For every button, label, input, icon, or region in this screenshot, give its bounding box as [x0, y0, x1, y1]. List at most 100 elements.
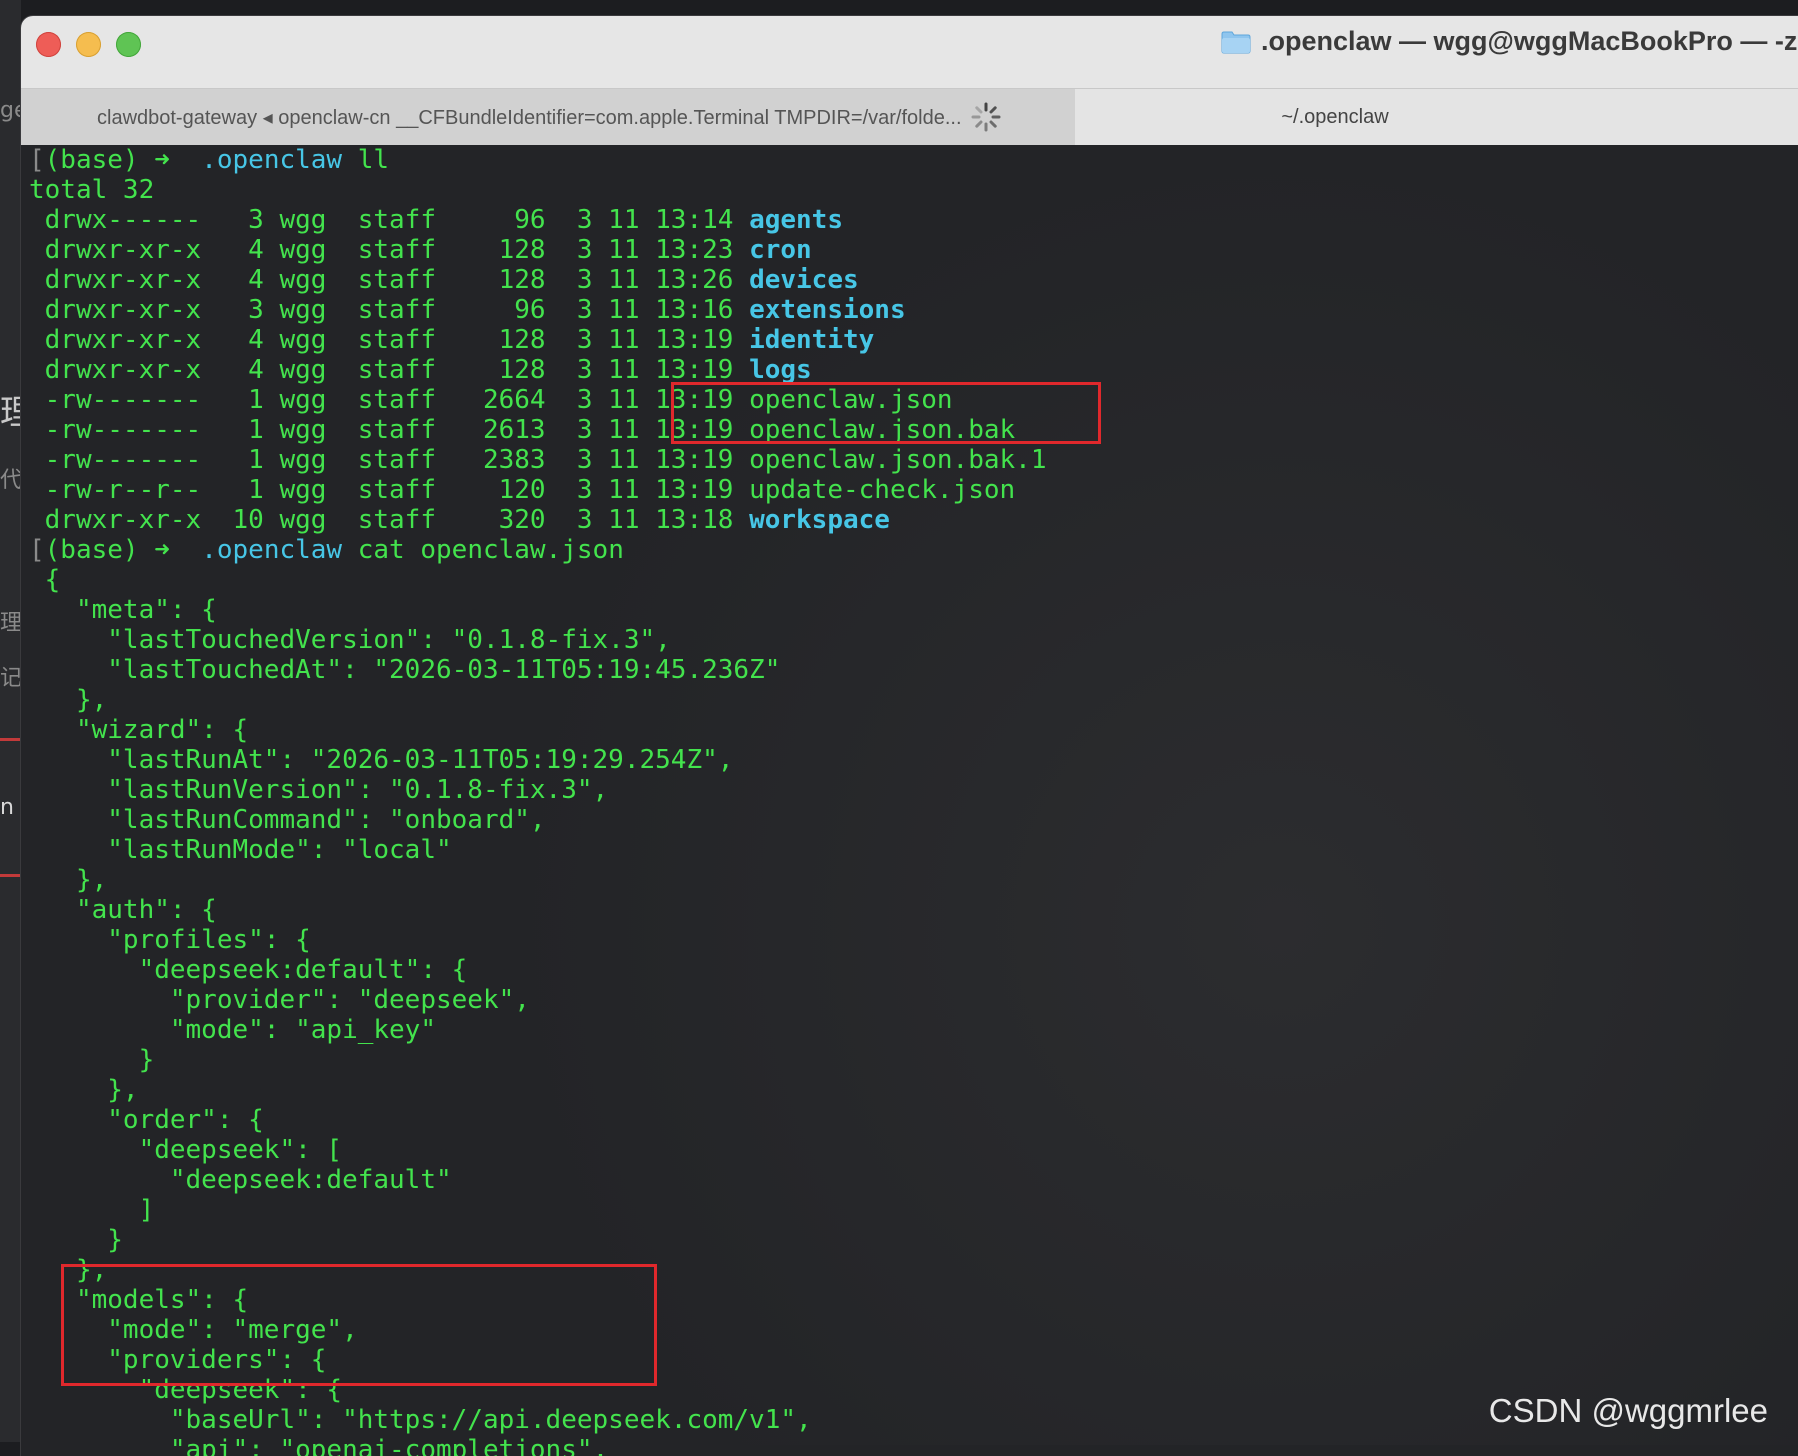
json-text: "wizard": { [29, 715, 249, 745]
highlight-box-openclaw-json [671, 382, 1101, 444]
tab-clawdbot-gateway[interactable]: clawdbot-gateway ◂ openclaw-cn __CFBundl… [21, 89, 1076, 145]
json-text: "order": { [29, 1105, 264, 1135]
json-line: "lastTouchedAt": "2026-03-11T05:19:45.23… [29, 655, 780, 685]
json-line: }, [29, 685, 107, 715]
json-text: "deepseek": [ [29, 1135, 343, 1165]
listing-row: drwxr-xr-x 3 wgg staff 96 3 11 13:16 ext… [29, 295, 906, 325]
json-text: }, [29, 865, 108, 895]
directory-name: agents [749, 205, 843, 235]
json-text: "baseUrl": "https://api.deepseek.com/v1"… [29, 1405, 812, 1435]
window-title: .openclaw — wgg@wggMacBookPro — -zsh [1261, 26, 1798, 56]
listing-row: drwxr-xr-x 4 wgg staff 128 3 11 13:26 de… [29, 265, 859, 295]
json-line: }, [29, 865, 107, 895]
file-meta: drwxr-xr-x 4 wgg staff 128 3 11 13:19 [29, 355, 750, 385]
prompt-line: [(base) ➜ .openclaw cat openclaw.json [29, 535, 624, 565]
tab-label: ~/.openclaw [1281, 105, 1389, 128]
json-text: "api": "openai-completions", [29, 1435, 609, 1456]
listing-row: drwxr-xr-x 4 wgg staff 128 3 11 13:23 cr… [29, 235, 812, 265]
json-line: "order": { [29, 1105, 264, 1135]
json-line: "lastTouchedVersion": "0.1.8-fix.3", [29, 625, 671, 655]
json-text: }, [29, 685, 108, 715]
json-line: "auth": { [29, 895, 217, 925]
json-line: "lastRunAt": "2026-03-11T05:19:29.254Z", [29, 745, 733, 775]
file-meta: -rw------- 1 wgg staff 2613 3 11 13:19 [29, 415, 750, 445]
listing-row: -rw-r--r-- 1 wgg staff 120 3 11 13:19 up… [29, 475, 1016, 505]
json-line: "api": "openai-completions", [29, 1435, 608, 1456]
title-bar[interactable]: .openclaw — wgg@wggMacBookPro — -zsh [21, 16, 1798, 88]
json-line: "mode": "api_key" [29, 1015, 436, 1045]
directory-name: devices [749, 265, 859, 295]
tab-openclaw[interactable]: ~/.openclaw [1075, 89, 1798, 145]
total-count: total 32 [29, 175, 155, 205]
spinner-icon [971, 102, 1001, 132]
file-name: update-check.json [749, 475, 1016, 505]
directory-name: extensions [749, 295, 906, 325]
json-text: "lastTouchedAt": "2026-03-11T05:19:45.23… [29, 655, 781, 685]
background-fragment: 理 [0, 611, 21, 636]
file-meta: drwxr-xr-x 10 wgg staff 320 3 11 13:18 [29, 505, 750, 535]
background-fragment: 记 [0, 666, 21, 691]
prompt-line: [(base) ➜ .openclaw ll [29, 145, 389, 175]
file-meta: -rw-r--r-- 1 wgg staff 120 3 11 13:19 [29, 475, 750, 505]
file-name: openclaw.json.bak.1 [749, 445, 1047, 475]
prompt-arrow-icon: ➜ [154, 145, 170, 175]
listing-row: drwxr-xr-x 4 wgg staff 128 3 11 13:19 lo… [29, 355, 812, 385]
json-line: }, [29, 1075, 139, 1105]
listing-row: drwx------ 3 wgg staff 96 3 11 13:14 age… [29, 205, 843, 235]
minimize-button[interactable] [76, 32, 101, 57]
background-fragment: n [0, 795, 14, 820]
background-fragment: 代 [0, 468, 21, 493]
json-line: "meta": { [29, 595, 217, 625]
terminal-output[interactable]: [(base) ➜ .openclaw ll total 32 drwx-----… [21, 145, 1798, 1456]
json-text: "deepseek:default" [29, 1165, 452, 1195]
watermark: CSDN @wggmrlee [1488, 1392, 1768, 1429]
terminal-window: .openclaw — wgg@wggMacBookPro — -zsh cla… [21, 16, 1798, 1456]
json-line: "lastRunCommand": "onboard", [29, 805, 545, 835]
json-text: "lastRunMode": "local" [29, 835, 452, 865]
tab-bar: clawdbot-gateway ◂ openclaw-cn __CFBundl… [21, 88, 1798, 146]
maximize-button[interactable] [116, 32, 141, 57]
listing-total: total 32 [29, 175, 154, 205]
prompt-bracket: [ [29, 145, 45, 175]
json-text: "lastTouchedVersion": "0.1.8-fix.3", [29, 625, 671, 655]
json-text: "lastRunAt": "2026-03-11T05:19:29.254Z", [29, 745, 734, 775]
file-meta: drwx------ 3 wgg staff 96 3 11 13:14 [29, 205, 750, 235]
json-line: } [29, 1045, 155, 1075]
json-text: "profiles": { [29, 925, 311, 955]
background-divider [0, 738, 21, 741]
close-button[interactable] [36, 32, 61, 57]
background-fragment: 理 [0, 393, 21, 433]
listing-row: drwxr-xr-x 10 wgg staff 320 3 11 13:18 w… [29, 505, 890, 535]
json-text: "lastRunVersion": "0.1.8-fix.3", [29, 775, 609, 805]
file-meta: drwxr-xr-x 4 wgg staff 128 3 11 13:19 [29, 325, 750, 355]
json-line: "wizard": { [29, 715, 248, 745]
tab-label: clawdbot-gateway ◂ openclaw-cn __CFBundl… [97, 106, 962, 129]
json-line: } [29, 1225, 123, 1255]
json-text: "meta": { [29, 595, 217, 625]
json-text: "deepseek:default": { [29, 955, 468, 985]
json-line: ] [29, 1195, 155, 1225]
background-divider [0, 874, 21, 877]
prompt-directory: .openclaw [201, 535, 343, 565]
prompt-command: cat openclaw.json [342, 535, 624, 565]
json-line: "deepseek": [ [29, 1135, 343, 1165]
json-line: "lastRunMode": "local" [29, 835, 452, 865]
json-line: "profiles": { [29, 925, 311, 955]
prompt-arrow-icon: ➜ [154, 535, 170, 565]
file-meta: -rw------- 1 wgg staff 2383 3 11 13:19 [29, 445, 750, 475]
json-text: } [29, 1225, 123, 1255]
file-meta: drwxr-xr-x 3 wgg staff 96 3 11 13:16 [29, 295, 750, 325]
json-line: { [29, 565, 61, 595]
directory-name: identity [749, 325, 875, 355]
highlight-box-models [61, 1264, 657, 1386]
directory-name: workspace [749, 505, 890, 535]
listing-row: drwxr-xr-x 4 wgg staff 128 3 11 13:19 id… [29, 325, 875, 355]
json-text: "mode": "api_key" [29, 1015, 436, 1045]
prompt-env: (base) [44, 535, 155, 565]
json-text: }, [29, 1075, 139, 1105]
json-line: "deepseek:default" [29, 1165, 452, 1195]
prompt-command: ll [342, 145, 390, 175]
prompt-bracket: [ [29, 535, 45, 565]
